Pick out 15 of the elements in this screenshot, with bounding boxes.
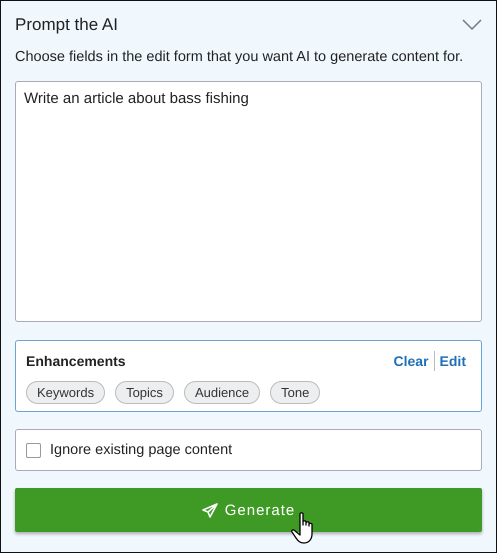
- paper-plane-icon: [202, 502, 218, 518]
- checkbox[interactable]: [26, 442, 41, 458]
- tag-chip[interactable]: Audience: [184, 381, 260, 404]
- prompt-field[interactable]: Write an article about bass fishing: [15, 81, 482, 322]
- panel-title: Prompt the AI: [15, 15, 118, 35]
- generate-button[interactable]: Generate: [15, 488, 482, 532]
- tag-chip[interactable]: Topics: [115, 381, 174, 404]
- enhancements-title: Enhancements: [26, 353, 126, 369]
- checkbox-label: Ignore existing page content: [50, 442, 232, 458]
- action-link[interactable]: Edit: [434, 353, 471, 369]
- tag-chip[interactable]: Keywords: [26, 381, 106, 404]
- action-link[interactable]: Clear: [388, 353, 434, 369]
- tag-chip[interactable]: Tone: [270, 381, 320, 404]
- chevron-icon[interactable]: [462, 19, 482, 31]
- description-text: Choose fields in the edit form that you want AI to generate content for.: [15, 49, 464, 65]
